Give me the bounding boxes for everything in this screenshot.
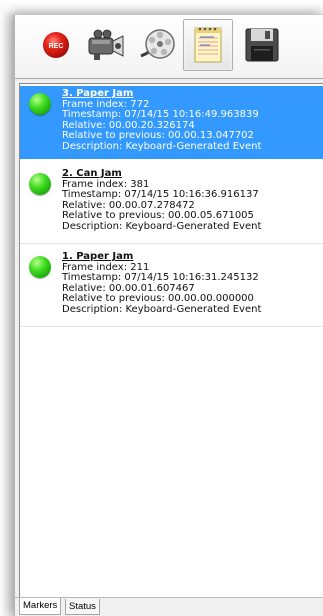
marker-text: 3. Paper Jam Frame index: 772 Timestamp:… (62, 88, 320, 152)
status-dot-icon (29, 173, 51, 195)
marker-title[interactable]: 3. Paper Jam (62, 88, 320, 100)
app-window: REC 3. Paper Jam Frame index: 772 Timest… (0, 0, 323, 616)
marker-item-3[interactable]: 3. Paper Jam Frame index: 772 Timestamp:… (20, 86, 323, 159)
notepad-icon (194, 27, 222, 63)
record-icon: REC (43, 32, 69, 58)
marker-timestamp: Timestamp: 07/14/15 10:16:31.245132 (62, 272, 259, 283)
marker-timestamp: Timestamp: 07/14/15 10:16:36.916137 (62, 189, 259, 200)
markers-view-button[interactable] (183, 19, 233, 71)
status-dot-icon (29, 93, 51, 115)
marker-text: 2. Can Jam Frame index: 381 Timestamp: 0… (62, 168, 320, 232)
marker-item-2[interactable]: 2. Can Jam Frame index: 381 Timestamp: 0… (20, 166, 323, 244)
film-button[interactable] (132, 19, 182, 71)
floppy-disk-icon (245, 28, 279, 62)
marker-title[interactable]: 2. Can Jam (62, 168, 320, 180)
tab-markers[interactable]: Markers (19, 598, 62, 615)
video-camera-icon (88, 29, 124, 60)
marker-relative-previous: Relative to previous: 00.00.05.671005 (62, 210, 254, 221)
desktop-background (0, 0, 323, 14)
marker-text: 1. Paper Jam Frame index: 211 Timestamp:… (62, 251, 320, 315)
marker-timestamp: Timestamp: 07/14/15 10:16:49.963839 (62, 109, 259, 120)
marker-description: Description: Keyboard-Generated Event (62, 220, 262, 232)
marker-description: Description: Keyboard-Generated Event (62, 140, 262, 152)
record-button[interactable]: REC (31, 19, 81, 71)
tab-bar: Markers Status (15, 597, 323, 616)
marker-relative-previous: Relative to previous: 00.00.13.047702 (62, 130, 254, 141)
film-reel-icon (140, 29, 175, 59)
camera-button[interactable] (81, 19, 131, 71)
marker-relative-previous: Relative to previous: 00.00.00.000000 (62, 293, 254, 304)
marker-title[interactable]: 1. Paper Jam (62, 251, 320, 263)
marker-description: Description: Keyboard-Generated Event (62, 303, 262, 315)
tab-status[interactable]: Status (65, 599, 100, 615)
record-label: REC (49, 43, 64, 50)
toolbar: REC (15, 15, 323, 79)
save-button[interactable] (237, 19, 287, 71)
marker-item-1[interactable]: 1. Paper Jam Frame index: 211 Timestamp:… (20, 249, 323, 327)
marker-list[interactable]: 3. Paper Jam Frame index: 772 Timestamp:… (19, 83, 323, 597)
status-dot-icon (29, 256, 51, 278)
window-shadow (0, 14, 14, 616)
